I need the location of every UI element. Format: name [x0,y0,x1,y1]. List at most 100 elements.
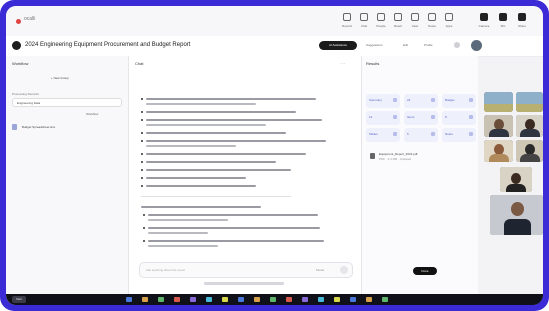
text-line [146,119,322,121]
send-icon[interactable] [340,266,348,274]
list-bullet [141,169,143,171]
text-line [146,185,256,187]
result-card[interactable]: Summary [366,94,400,108]
notes-icon[interactable]: Notes [424,13,440,31]
text-line [146,132,286,134]
result-card[interactable]: 5 [404,128,438,142]
avatar[interactable] [471,40,482,51]
view-icon[interactable]: View [407,13,423,31]
list-bullet [141,140,143,142]
taskbar-app-icon[interactable] [382,297,388,302]
text-line [146,111,296,113]
horizontal-scrollbar[interactable] [204,282,284,285]
list-bullet [141,185,143,187]
participant-video[interactable] [516,92,543,112]
chat-panel: Chat ⋯ Ask anything about the report Mod… [129,56,362,305]
chat-icon[interactable]: Chat [356,13,372,31]
result-card[interactable]: Items [404,111,438,125]
list-bullet [141,161,143,163]
people-icon[interactable]: People [373,13,389,31]
start-button[interactable]: Start [12,296,26,303]
done-button[interactable]: Done [413,267,437,275]
taskbar-app-icon[interactable] [302,297,308,302]
app-logo-icon [16,19,21,24]
taskbar-app-icon[interactable] [334,297,340,302]
chat-input[interactable]: Ask anything about the report Model [139,262,353,278]
text-line [146,140,326,142]
participant-video[interactable] [500,167,532,192]
ai-assistance-button[interactable]: AI Assistance [319,41,357,50]
section-label: Processing Records [12,92,39,96]
list-bullet [141,119,143,121]
taskbar-app-icon[interactable] [126,297,132,302]
document-icon [370,153,375,159]
document-header: 2024 Engineering Equipment Procurement a… [6,36,543,57]
mic-icon[interactable]: Mic [495,13,511,31]
file-item[interactable]: Budget Spreadsheet.xlsx [12,122,122,132]
profile-link[interactable]: Profile [424,43,433,47]
participant-video[interactable] [516,115,543,137]
results-title: Results [366,61,380,66]
participant-video[interactable] [484,140,513,162]
participant-video-large[interactable] [490,195,543,235]
more-options-icon[interactable]: ⋯ [341,61,345,66]
result-card[interactable]: Notes [442,128,476,142]
react-icon[interactable]: React [390,13,406,31]
result-card[interactable]: 8 [442,111,476,125]
taskbar-app-icon[interactable] [270,297,276,302]
share-icon[interactable]: Share [514,13,530,31]
taskbar-app-icon[interactable] [222,297,228,302]
new-group-button[interactable]: + New Group [51,76,69,80]
taskbar-app-icon[interactable] [254,297,260,302]
taskbar-app-icon[interactable] [206,297,212,302]
results-panel: Results Summary 24 Budget 12 Items 8 Tab… [362,56,478,305]
apps-icon[interactable]: Apps [441,13,457,31]
section-heading-line [141,206,261,208]
text-line [148,214,318,216]
screen: ocalli Record Chat People React View Not… [6,6,543,305]
taskbar-app-icon[interactable] [142,297,148,302]
result-card[interactable]: 24 [404,94,438,108]
camera-icon[interactable]: Camera [476,13,492,31]
result-card[interactable]: 12 [366,111,400,125]
meeting-topbar: ocalli Record Chat People React View Not… [6,6,543,37]
taskbar: Start [6,294,543,305]
tab-chat[interactable]: Chat [135,61,143,66]
list-bullet [141,177,143,179]
more-icon[interactable] [454,42,460,48]
source-select[interactable]: Engineering Data [12,98,122,107]
taskbar-app-icon[interactable] [350,297,356,302]
participant-videos [480,92,543,252]
result-card[interactable]: Tables [366,128,400,142]
taskbar-app-icon[interactable] [286,297,292,302]
result-card[interactable]: Budget [442,94,476,108]
taskbar-app-icon[interactable] [190,297,196,302]
taskbar-app-icon[interactable] [318,297,324,302]
edit-link[interactable]: Edit [403,43,408,47]
participant-video[interactable] [484,92,513,112]
text-line [146,161,276,163]
text-line [146,169,291,171]
text-line [146,145,236,147]
taskbar-app-icon[interactable] [238,297,244,302]
participant-video[interactable] [484,115,513,137]
text-line [148,219,228,221]
workflow-label: Workflow [86,112,99,116]
taskbar-app-icon[interactable] [174,297,180,302]
text-line [146,153,306,155]
text-line [146,124,266,126]
result-file-meta: PDF · 2.4 MB · Updated [379,157,412,161]
suggestions-link[interactable]: Suggestions [366,43,383,47]
result-file-item[interactable]: Equipment_Report_2024.pdf PDF · 2.4 MB ·… [370,152,470,164]
text-line [148,232,208,234]
list-bullet [143,227,145,229]
model-select[interactable]: Model [316,268,324,272]
divider [141,196,291,197]
participant-video[interactable] [516,140,543,162]
taskbar-app-icon[interactable] [158,297,164,302]
taskbar-app-icon[interactable] [366,297,372,302]
app-frame: ocalli Record Chat People React View Not… [0,0,549,311]
left-panel: Workflow + New Group Processing Records … [6,56,129,305]
text-line [146,98,316,100]
record-icon[interactable]: Record [339,13,355,31]
